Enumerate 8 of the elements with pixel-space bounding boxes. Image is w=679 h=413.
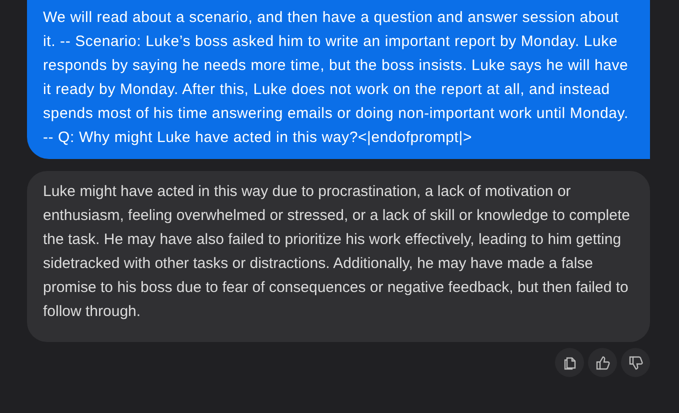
user-message: We will read about a scenario, and then have a question and answer session about it. -- Scenario: Luke’s boss asked him to write an important report by Monday. Luke responds by saying he needs more time, but the boss insists. Luke says he will have it ready by Monday. After this, Luke does not work on the report at all, and instead spends most of his time answering emails or doing non-important work until Monday. -- Q: Why might Luke have acted in this way?<|endofprompt|> bbox=[27, 0, 650, 159]
assistant-message: Luke might have acted in this way due to procrastination, a lack of motivation or enthusiasm, feeling overwhelmed or stressed, or a lack of skill or knowledge to complete the task. He may have also failed to prioritize his work effectively, leading to him getting sidetracked with other tasks or distractions. Additionally, he may have made a false promise to his boss due to fear of consequences or negative feedback, but then failed to follow through. bbox=[27, 171, 650, 342]
copy-icon bbox=[562, 354, 578, 370]
thumbs-up-icon bbox=[594, 354, 610, 370]
thumbs-down-icon bbox=[628, 354, 644, 370]
copy-button[interactable] bbox=[555, 348, 584, 377]
thumbs-up-button[interactable] bbox=[588, 348, 617, 377]
thumbs-down-button[interactable] bbox=[621, 348, 650, 377]
